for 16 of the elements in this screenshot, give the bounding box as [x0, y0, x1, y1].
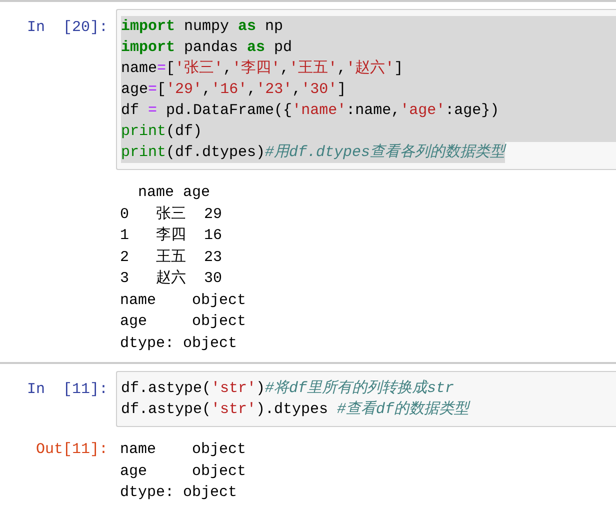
output-line: age object: [120, 462, 246, 482]
output-line: dtype: object: [120, 483, 238, 503]
output-line: 0 张三 29: [120, 204, 224, 224]
output-line: name object: [120, 290, 246, 310]
input-prompt: In [20]:: [26, 18, 109, 38]
output-line: 2 王五 23: [120, 248, 224, 268]
output-line: dtype: object: [120, 334, 238, 354]
output-prompt: Out[11]:: [34, 440, 109, 460]
output-line: name age: [137, 183, 212, 203]
code-line: df.astype('str')#将df里所有的列转换成str: [121, 378, 456, 399]
code-line: df.astype('str').dtypes #查看df的数据类型: [121, 400, 472, 420]
output-line: name object: [120, 440, 246, 460]
output-line: 3 赵六 30: [120, 268, 224, 289]
input-prompt: In [11]:: [26, 380, 109, 400]
output-line: 1 李四 16: [120, 226, 224, 246]
output-line: age object: [120, 312, 246, 332]
